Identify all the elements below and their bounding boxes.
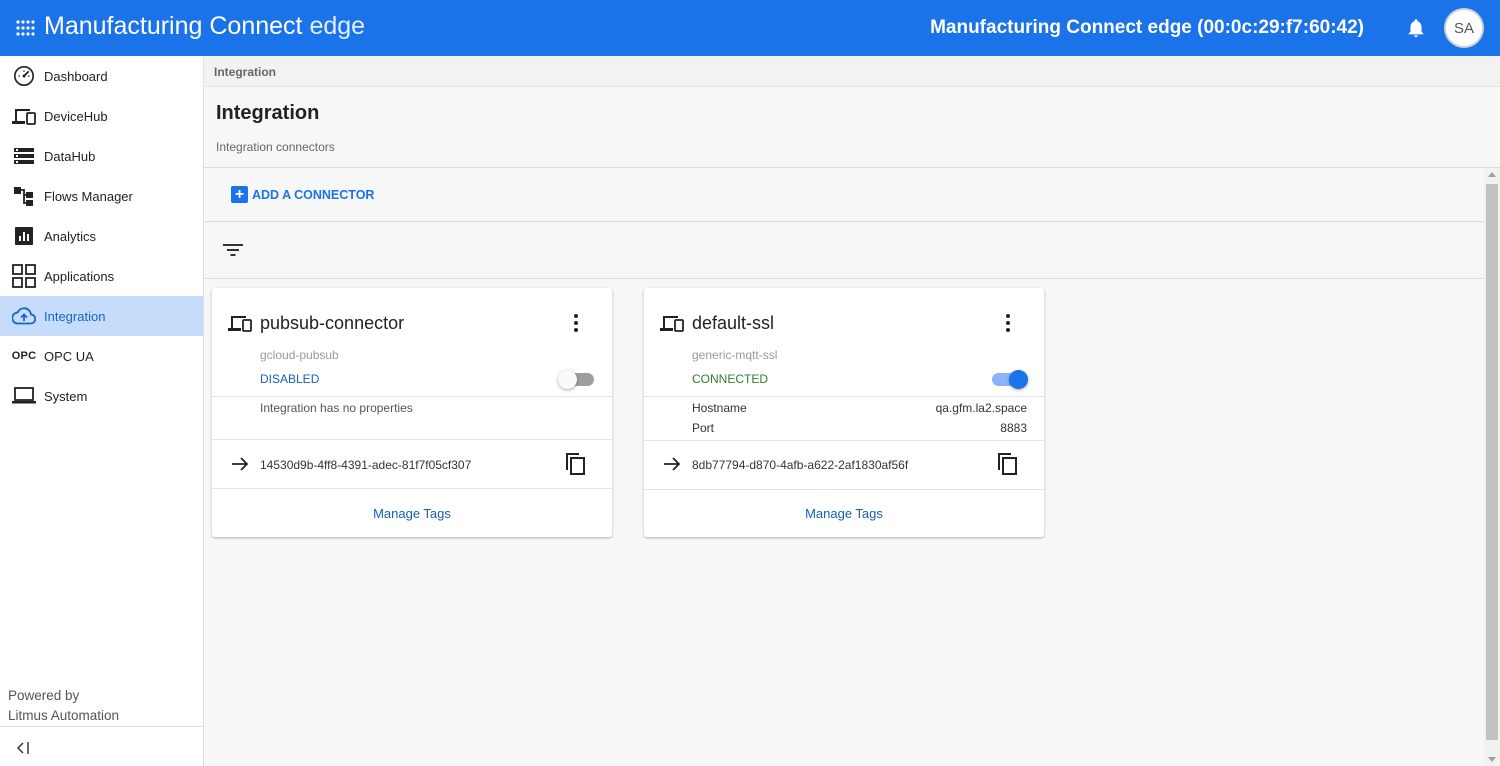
sidebar-item-flows-manager[interactable]: Flows Manager <box>0 176 203 216</box>
filter-icon[interactable] <box>222 240 244 260</box>
copy-icon[interactable] <box>564 451 586 475</box>
connector-status: CONNECTED <box>692 372 769 386</box>
plus-icon: + <box>231 186 248 203</box>
powered-by-line2: Litmus Automation <box>8 708 120 723</box>
scroll-down-arrow[interactable] <box>1488 757 1496 762</box>
property-key: Hostname <box>692 401 747 415</box>
add-connector-button[interactable]: + ADD A CONNECTOR <box>231 186 374 203</box>
manage-tags-button[interactable]: Manage Tags <box>212 506 612 521</box>
collapse-sidebar-icon[interactable] <box>15 739 33 757</box>
connector-name: pubsub-connector <box>260 313 405 333</box>
laptop-icon <box>12 384 36 408</box>
connector-id: 14530d9b-4ff8-4391-adec-81f7f05cf307 <box>260 458 472 472</box>
sidebar-item-label: Analytics <box>44 228 97 244</box>
breadcrumb-bar: Integration <box>204 56 1500 87</box>
sidebar-item-dashboard[interactable]: Dashboard <box>0 56 203 96</box>
powered-by: Powered by Litmus Automation <box>8 686 119 726</box>
sidebar-item-label: System <box>44 388 88 404</box>
sidebar-item-label: DataHub <box>44 148 96 164</box>
property-value: 8883 <box>1000 421 1027 435</box>
card-divider <box>644 489 1044 490</box>
sidebar-item-label: Dashboard <box>44 68 108 84</box>
flow-icon <box>12 184 36 208</box>
arrow-right-icon <box>232 457 249 471</box>
sidebar-item-label: Applications <box>44 268 115 284</box>
apps-grid-icon <box>12 264 36 288</box>
sidebar-item-integration[interactable]: Integration <box>0 296 203 336</box>
sidebar-item-analytics[interactable]: Analytics <box>0 216 203 256</box>
connector-status: DISABLED <box>260 372 320 386</box>
property-row-port: Port 8883 <box>692 421 1027 435</box>
no-properties-text: Integration has no properties <box>260 401 413 415</box>
top-app-bar: Manufacturing Connect edge Manufacturing… <box>0 0 1500 56</box>
scroll-up-arrow[interactable] <box>1488 172 1496 177</box>
connector-card-pubsub: pubsub-connector gcloud-pubsub DISABLED … <box>212 288 612 537</box>
card-divider <box>212 396 612 397</box>
devices-icon <box>12 104 36 128</box>
connector-type: gcloud-pubsub <box>260 348 339 362</box>
property-row-hostname: Hostname qa.gfm.la2.space <box>692 401 1027 415</box>
scroll-thumb[interactable] <box>1486 184 1498 740</box>
sidebar: Dashboard DeviceHub DataHub Flows Manage… <box>0 56 204 766</box>
connector-enable-toggle[interactable] <box>990 370 1028 389</box>
sidebar-item-label: Flows Manager <box>44 188 133 204</box>
breadcrumb[interactable]: Integration <box>214 65 276 79</box>
manage-tags-button[interactable]: Manage Tags <box>644 506 1044 521</box>
sidebar-item-label: OPC UA <box>44 348 94 364</box>
bell-icon[interactable] <box>1405 17 1427 39</box>
sidebar-item-opc-ua[interactable]: OPC OPC UA <box>0 336 203 376</box>
scrollbar[interactable] <box>1484 168 1500 766</box>
sidebar-divider <box>0 726 203 727</box>
sidebar-item-applications[interactable]: Applications <box>0 256 203 296</box>
apps-grid-icon[interactable] <box>15 18 35 38</box>
app-title-main: Manufacturing Connect <box>44 12 303 40</box>
cloud-upload-icon <box>12 304 36 328</box>
add-connector-label: ADD A CONNECTOR <box>252 187 375 202</box>
more-vert-icon[interactable] <box>998 312 1018 334</box>
sidebar-item-datahub[interactable]: DataHub <box>0 136 203 176</box>
sidebar-item-system[interactable]: System <box>0 376 203 416</box>
analytics-icon <box>12 224 36 248</box>
toolbar-divider <box>204 221 1484 222</box>
connector-enable-toggle[interactable] <box>558 370 596 389</box>
device-title: Manufacturing Connect edge (00:0c:29:f7:… <box>930 17 1364 38</box>
connector-name: default-ssl <box>692 313 775 333</box>
app-title: Manufacturing Connect edge <box>44 12 365 41</box>
devices-icon <box>228 316 252 332</box>
toggle-knob <box>558 370 577 389</box>
app-title-suffix: edge <box>309 12 366 40</box>
card-divider <box>212 439 612 440</box>
filter-divider <box>204 278 1484 279</box>
card-divider <box>644 440 1044 441</box>
sidebar-item-label: Integration <box>44 308 106 324</box>
devices-icon <box>660 316 684 332</box>
card-divider <box>644 396 1044 397</box>
connector-card-default-ssl: default-ssl generic-mqtt-ssl CONNECTED H… <box>644 288 1044 537</box>
connector-type: generic-mqtt-ssl <box>692 348 778 362</box>
sidebar-item-label: DeviceHub <box>44 108 108 124</box>
property-key: Port <box>692 421 715 435</box>
page-title: Integration <box>216 102 320 124</box>
powered-by-line1: Powered by <box>8 688 80 703</box>
arrow-right-icon <box>664 457 681 471</box>
connector-id: 8db77794-d870-4afb-a622-2af1830af56f <box>692 458 909 472</box>
speedometer-icon <box>12 64 36 88</box>
page-subtitle: Integration connectors <box>216 140 335 154</box>
avatar[interactable]: SA <box>1444 8 1484 48</box>
copy-icon[interactable] <box>996 451 1018 475</box>
header-divider <box>204 167 1500 168</box>
opc-icon: OPC <box>11 350 37 362</box>
property-value: qa.gfm.la2.space <box>935 401 1027 415</box>
storage-icon <box>12 144 36 168</box>
card-divider <box>212 488 612 489</box>
sidebar-item-devicehub[interactable]: DeviceHub <box>0 96 203 136</box>
toggle-knob <box>1009 370 1028 389</box>
more-vert-icon[interactable] <box>566 312 586 334</box>
